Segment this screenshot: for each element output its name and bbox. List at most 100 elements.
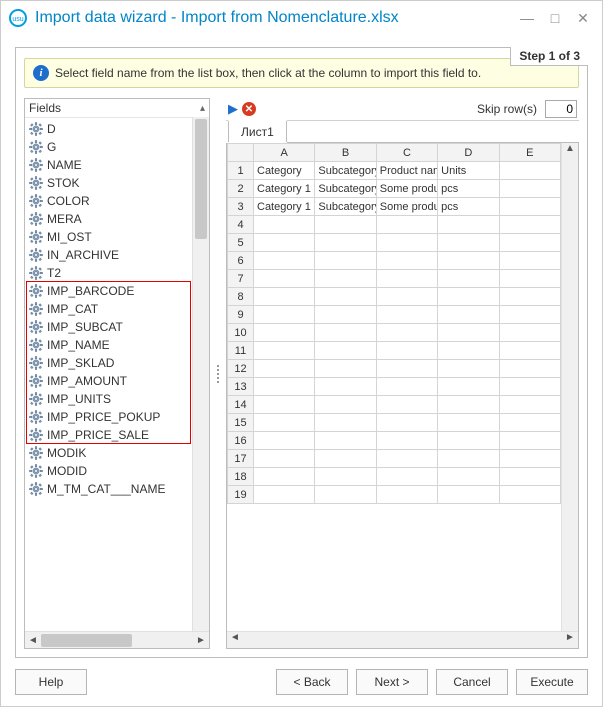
row-header[interactable]: 10	[228, 324, 254, 342]
row-header[interactable]: 4	[228, 216, 254, 234]
field-item[interactable]: MERA	[27, 210, 209, 228]
cell[interactable]	[499, 252, 560, 270]
cell[interactable]	[254, 324, 315, 342]
close-button[interactable]: ✕	[576, 10, 590, 27]
cell[interactable]	[376, 234, 437, 252]
row-header[interactable]: 6	[228, 252, 254, 270]
back-button[interactable]: < Back	[276, 669, 348, 695]
cell[interactable]	[376, 432, 437, 450]
field-item[interactable]: MODID	[27, 462, 209, 480]
column-header[interactable]: B	[315, 144, 376, 162]
cancel-button[interactable]: Cancel	[436, 669, 508, 695]
cell[interactable]	[499, 432, 560, 450]
cell[interactable]	[376, 288, 437, 306]
cell[interactable]	[438, 288, 499, 306]
row-header[interactable]: 12	[228, 360, 254, 378]
field-item[interactable]: NAME	[27, 156, 209, 174]
field-item[interactable]: G	[27, 138, 209, 156]
skip-rows-input[interactable]	[545, 100, 577, 118]
cell[interactable]	[376, 306, 437, 324]
row-header[interactable]: 9	[228, 306, 254, 324]
cell[interactable]	[499, 324, 560, 342]
grid-hscrollbar[interactable]: ◄►	[227, 631, 578, 648]
cell[interactable]	[254, 234, 315, 252]
cell[interactable]	[499, 414, 560, 432]
cell[interactable]: Subcategory	[315, 198, 376, 216]
cell[interactable]	[376, 342, 437, 360]
column-header[interactable]: D	[438, 144, 499, 162]
cell[interactable]	[315, 252, 376, 270]
cell[interactable]	[315, 414, 376, 432]
cell[interactable]: Units	[438, 162, 499, 180]
field-item[interactable]: MI_OST	[27, 228, 209, 246]
sheet-tab[interactable]: Лист1	[228, 120, 287, 142]
row-header[interactable]: 15	[228, 414, 254, 432]
spreadsheet-grid[interactable]: ABCDE1CategorySubcategoryProduct nameUni…	[227, 143, 578, 504]
cell[interactable]	[438, 450, 499, 468]
cell[interactable]	[315, 216, 376, 234]
cell[interactable]	[499, 288, 560, 306]
column-header[interactable]: E	[499, 144, 560, 162]
cell[interactable]	[254, 486, 315, 504]
cell[interactable]	[499, 468, 560, 486]
field-item[interactable]: T2	[27, 264, 209, 282]
field-item[interactable]: IMP_AMOUNT	[27, 372, 209, 390]
row-header[interactable]: 16	[228, 432, 254, 450]
cell[interactable]	[376, 468, 437, 486]
cell[interactable]	[254, 432, 315, 450]
field-item[interactable]: M_TM_CAT___NAME	[27, 480, 209, 498]
cell[interactable]	[438, 360, 499, 378]
help-button[interactable]: Help	[15, 669, 87, 695]
execute-button[interactable]: Execute	[516, 669, 588, 695]
cell[interactable]	[376, 324, 437, 342]
cell[interactable]	[438, 324, 499, 342]
row-header[interactable]: 8	[228, 288, 254, 306]
cell[interactable]	[315, 342, 376, 360]
cell[interactable]: Subcategory	[315, 180, 376, 198]
cell[interactable]	[438, 468, 499, 486]
cell[interactable]	[499, 342, 560, 360]
cell[interactable]	[315, 486, 376, 504]
cell[interactable]	[438, 216, 499, 234]
cell[interactable]	[499, 180, 560, 198]
cell[interactable]	[438, 234, 499, 252]
cell[interactable]	[376, 450, 437, 468]
cell[interactable]	[315, 324, 376, 342]
row-header[interactable]: 7	[228, 270, 254, 288]
cell[interactable]	[438, 414, 499, 432]
cell[interactable]	[499, 360, 560, 378]
minimize-button[interactable]: —	[520, 10, 534, 26]
row-header[interactable]: 14	[228, 396, 254, 414]
splitter[interactable]	[214, 98, 222, 649]
field-item[interactable]: IMP_BARCODE	[27, 282, 209, 300]
cell[interactable]	[254, 468, 315, 486]
cell[interactable]	[499, 378, 560, 396]
row-header[interactable]: 17	[228, 450, 254, 468]
cell[interactable]	[499, 198, 560, 216]
cell[interactable]	[376, 486, 437, 504]
field-item[interactable]: IMP_SKLAD	[27, 354, 209, 372]
cell[interactable]	[254, 342, 315, 360]
cell[interactable]: Category 1	[254, 180, 315, 198]
fields-vscrollbar[interactable]	[192, 117, 209, 631]
cell[interactable]	[438, 378, 499, 396]
cell[interactable]	[376, 396, 437, 414]
cell[interactable]	[499, 450, 560, 468]
cell[interactable]	[254, 378, 315, 396]
row-header[interactable]: 18	[228, 468, 254, 486]
row-header[interactable]: 19	[228, 486, 254, 504]
cell[interactable]: Category 1	[254, 198, 315, 216]
cell[interactable]	[315, 468, 376, 486]
row-header[interactable]: 5	[228, 234, 254, 252]
cell[interactable]	[438, 486, 499, 504]
cell[interactable]: Subcategory	[315, 162, 376, 180]
cell[interactable]	[315, 234, 376, 252]
cell[interactable]	[438, 252, 499, 270]
field-item[interactable]: STOK	[27, 174, 209, 192]
cell[interactable]	[438, 396, 499, 414]
cell[interactable]	[254, 450, 315, 468]
maximize-button[interactable]: □	[548, 10, 562, 26]
cell[interactable]: pcs	[438, 198, 499, 216]
cell[interactable]	[499, 396, 560, 414]
play-icon[interactable]: ▶	[228, 101, 238, 117]
